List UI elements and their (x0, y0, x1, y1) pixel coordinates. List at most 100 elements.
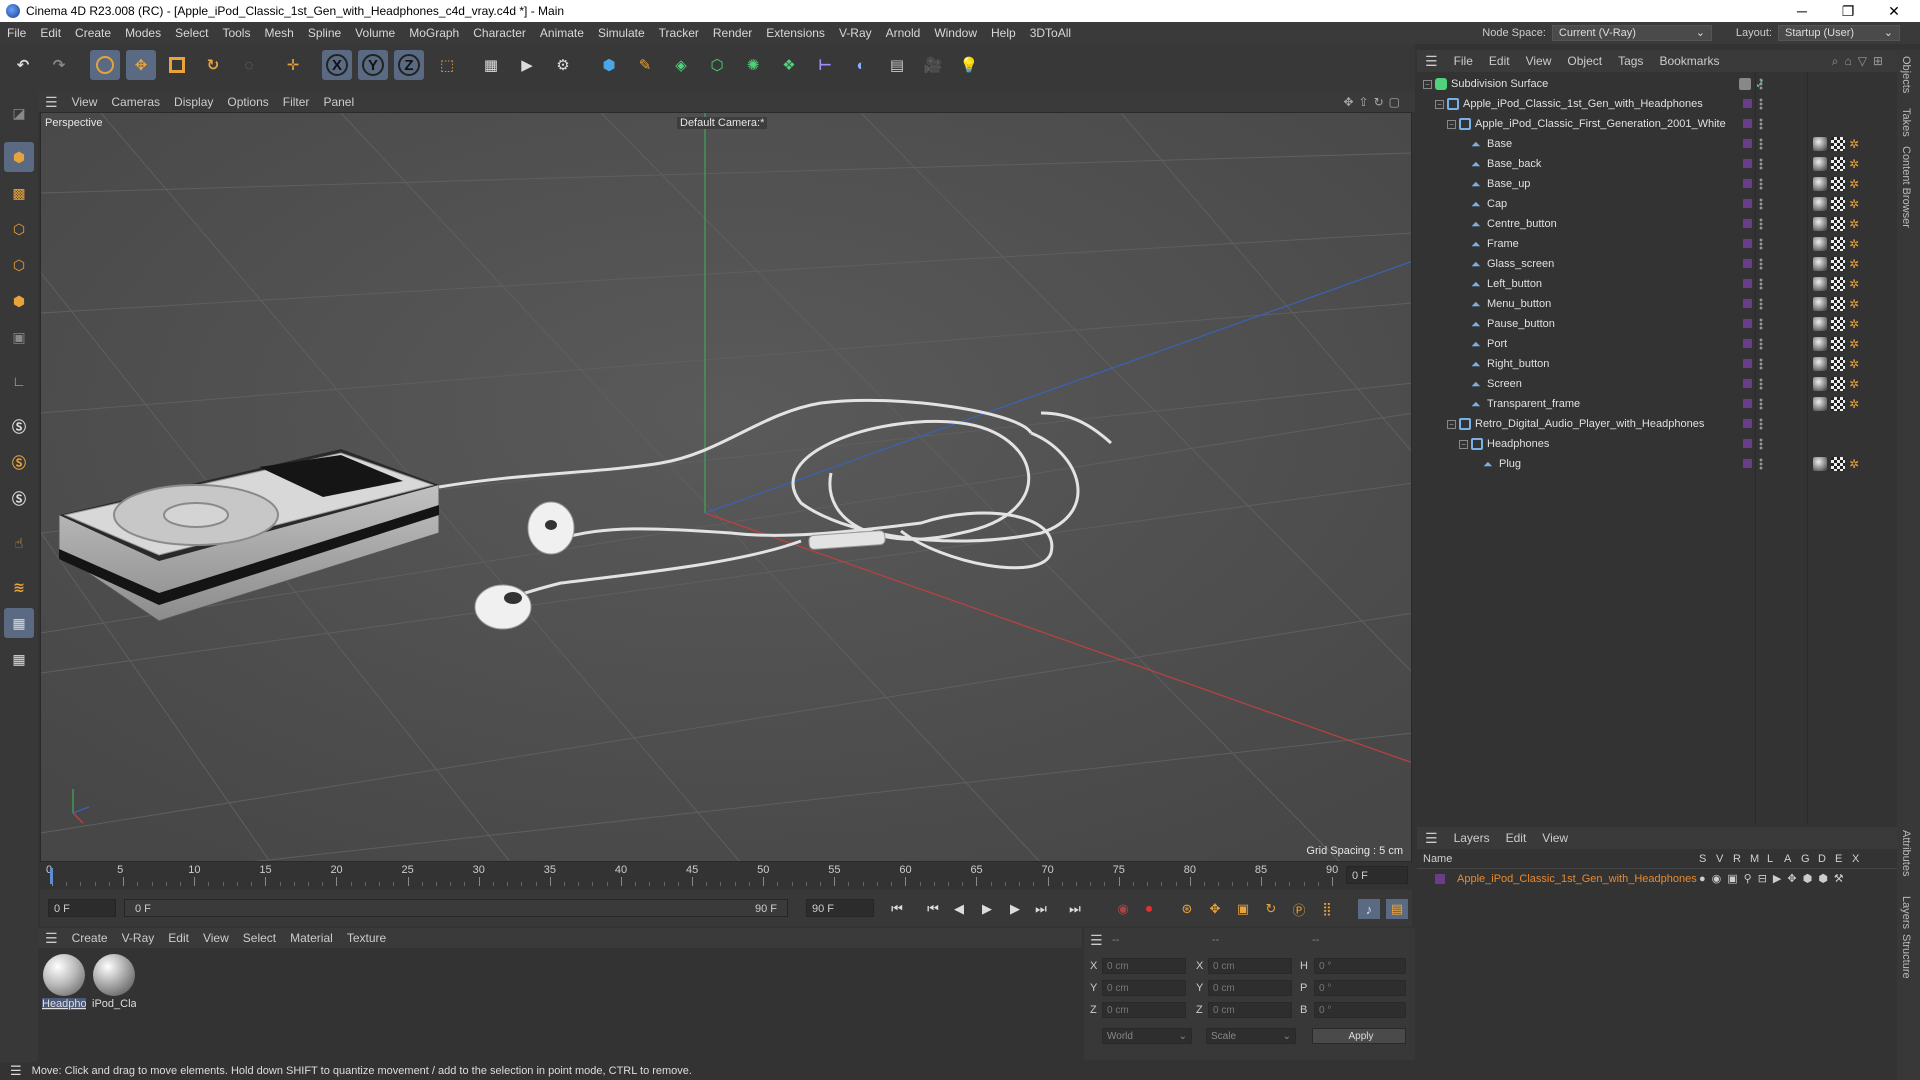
visibility-dots-icon[interactable] (1759, 358, 1763, 370)
expand-collapse-icon[interactable]: − (1447, 419, 1456, 429)
object-row[interactable]: ⏶ Base_back ✲ (1417, 154, 1897, 174)
snap-icon[interactable]: Ⓢ (4, 412, 34, 442)
object-row[interactable]: ⏶ Right_button ✲ (1417, 354, 1897, 374)
object-menu-view[interactable]: View (1518, 54, 1560, 68)
position-z-field[interactable]: 0 cm (1102, 1002, 1186, 1018)
menu-tools[interactable]: Tools (215, 22, 257, 44)
layer-color-swatch[interactable] (1435, 874, 1445, 884)
light-icon[interactable]: 💡 (954, 50, 984, 80)
vray-material-tag-icon[interactable] (1813, 297, 1827, 311)
object-row[interactable]: ⏶ Centre_button ✲ (1417, 214, 1897, 234)
polygons-mode-icon[interactable]: ⬢ (4, 286, 34, 316)
coordinate-space-dropdown[interactable]: World ⌄ (1102, 1028, 1192, 1044)
quantize-icon[interactable]: Ⓢ (4, 484, 34, 514)
menu-window[interactable]: Window (927, 22, 984, 44)
layer-name[interactable]: Apple_iPod_Classic_1st_Gen_with_Headphon… (1457, 873, 1697, 885)
model-mode-icon[interactable]: ⬢ (4, 142, 34, 172)
previous-key-icon[interactable]: ⏮ (922, 899, 944, 919)
pen-spline-icon[interactable]: ✎ (630, 50, 660, 80)
expand-collapse-icon[interactable]: − (1435, 99, 1444, 109)
object-row[interactable]: ⏶ Pause_button ✲ (1417, 314, 1897, 334)
texture-tag-icon[interactable] (1831, 337, 1845, 351)
object-name[interactable]: Centre_button (1487, 218, 1557, 230)
material-selection-tag-icon[interactable]: ✲ (1849, 377, 1863, 391)
vray-material-tag-icon[interactable] (1813, 457, 1827, 471)
material-menu-texture[interactable]: Texture (340, 931, 393, 945)
object-name[interactable]: Subdivision Surface (1451, 78, 1548, 90)
viewport-menu-cameras[interactable]: Cameras (104, 95, 167, 109)
size-z-field[interactable]: 0 cm (1208, 1002, 1292, 1018)
menu-help[interactable]: Help (984, 22, 1023, 44)
menu-select[interactable]: Select (168, 22, 215, 44)
field-icon[interactable]: ◐ (846, 50, 876, 80)
object-name[interactable]: Base_up (1487, 178, 1530, 190)
axis-mode-icon[interactable]: ∟ (4, 366, 34, 396)
menu-3dtoall[interactable]: 3DToAll (1023, 22, 1078, 44)
layer-color-swatch[interactable] (1743, 139, 1752, 148)
visibility-dots-icon[interactable] (1759, 258, 1763, 270)
menu-arnold[interactable]: Arnold (879, 22, 928, 44)
object-name[interactable]: Apple_iPod_Classic_First_Generation_2001… (1475, 118, 1726, 130)
subdivision-surface-icon[interactable]: ◈ (666, 50, 696, 80)
object-row[interactable]: ⏶ Plug ✲ (1417, 454, 1897, 474)
layer-color-swatch[interactable] (1743, 399, 1752, 408)
edges-mode-icon[interactable]: ⬡ (4, 250, 34, 280)
menu-edit[interactable]: Edit (33, 22, 68, 44)
visibility-dots-icon[interactable] (1759, 278, 1763, 290)
layer-color-swatch[interactable] (1743, 319, 1752, 328)
rotation-b-field[interactable]: 0 ° (1314, 1002, 1406, 1018)
object-row[interactable]: ⏶ Left_button ✲ (1417, 274, 1897, 294)
redo-icon[interactable]: ↷ (44, 50, 74, 80)
object-name[interactable]: Screen (1487, 378, 1522, 390)
vray-material-tag-icon[interactable] (1813, 137, 1827, 151)
visibility-dots-icon[interactable] (1759, 418, 1763, 430)
texture-tag-icon[interactable] (1831, 357, 1845, 371)
hamburger-icon[interactable]: ☰ (1090, 932, 1103, 949)
key-pla-icon[interactable]: ⣿ (1316, 899, 1338, 919)
object-name[interactable]: Menu_button (1487, 298, 1551, 310)
layer-color-swatch[interactable] (1743, 279, 1752, 288)
object-name[interactable]: Glass_screen (1487, 258, 1554, 270)
hamburger-icon[interactable]: ☰ (0, 1063, 32, 1079)
visibility-dots-icon[interactable] (1759, 238, 1763, 250)
material-selection-tag-icon[interactable]: ✲ (1849, 217, 1863, 231)
motion-path-icon[interactable]: ♪ (1358, 899, 1380, 919)
visibility-dots-icon[interactable] (1759, 118, 1763, 130)
visibility-dots-icon[interactable] (1759, 298, 1763, 310)
layer-color-swatch[interactable] (1743, 419, 1752, 428)
visibility-dots-icon[interactable] (1759, 98, 1763, 110)
texture-tag-icon[interactable] (1831, 277, 1845, 291)
workplane-icon[interactable]: ≋ (4, 572, 34, 602)
key-parameter-icon[interactable]: Ⓟ (1288, 899, 1310, 919)
layer-color-swatch[interactable] (1743, 119, 1752, 128)
viewport-menu-filter[interactable]: Filter (276, 95, 317, 109)
material-swatch[interactable]: Headpho (42, 954, 86, 1010)
object-menu-object[interactable]: Object (1559, 54, 1610, 68)
key-rotation-icon[interactable]: ↻ (1260, 899, 1282, 919)
z-axis-lock-button[interactable]: Z (394, 50, 424, 80)
render-view-icon[interactable]: ▦ (476, 50, 506, 80)
layer-color-swatch[interactable] (1743, 379, 1752, 388)
vray-material-tag-icon[interactable] (1813, 197, 1827, 211)
object-row[interactable]: ⏶ Transparent_frame ✲ (1417, 394, 1897, 414)
visibility-dots-icon[interactable] (1759, 398, 1763, 410)
tab-takes[interactable]: Takes (1900, 108, 1912, 137)
render-settings-icon[interactable]: ⚙ (548, 50, 578, 80)
menu-simulate[interactable]: Simulate (591, 22, 652, 44)
texture-tag-icon[interactable] (1831, 237, 1845, 251)
start-frame-field[interactable]: 0 F (48, 899, 116, 917)
goto-start-icon[interactable]: ⏮ (886, 899, 908, 919)
object-row[interactable]: ⏶ Glass_screen ✲ (1417, 254, 1897, 274)
layer-color-swatch[interactable] (1743, 339, 1752, 348)
menu-modes[interactable]: Modes (118, 22, 168, 44)
layer-color-swatch[interactable] (1743, 259, 1752, 268)
auto-keying-icon[interactable]: ⏺ (1138, 899, 1160, 919)
hamburger-icon[interactable]: ☰ (38, 94, 65, 111)
material-selection-tag-icon[interactable]: ✲ (1849, 257, 1863, 271)
object-name[interactable]: Apple_iPod_Classic_1st_Gen_with_Headphon… (1463, 98, 1703, 110)
undo-icon[interactable]: ↶ (8, 50, 38, 80)
layer-color-swatch[interactable] (1743, 459, 1752, 468)
menu-animate[interactable]: Animate (533, 22, 591, 44)
material-selection-tag-icon[interactable]: ✲ (1849, 157, 1863, 171)
material-selection-tag-icon[interactable]: ✲ (1849, 197, 1863, 211)
